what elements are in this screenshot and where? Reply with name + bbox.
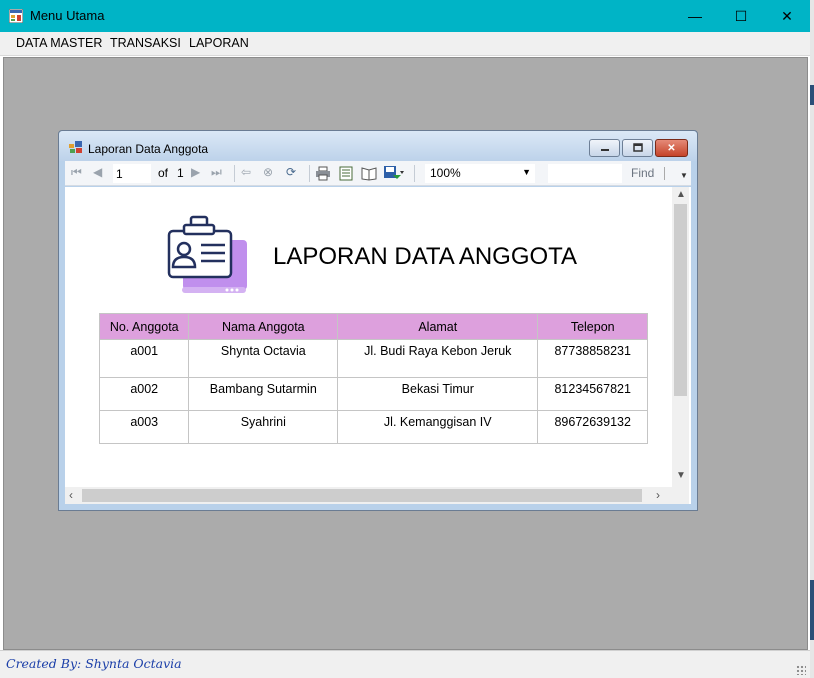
menu-transaksi[interactable]: TRANSAKSI	[110, 36, 181, 50]
menu-bar: DATA MASTER TRANSAKSI LAPORAN	[0, 32, 810, 56]
report-viewer: LAPORAN DATA ANGGOTA No. Anggota Nama An…	[65, 187, 691, 504]
horizontal-scrollbar[interactable]: ‹ ›	[65, 487, 672, 504]
column-header: Alamat	[337, 313, 539, 340]
of-label: of	[158, 166, 169, 180]
page-number-input[interactable]: 1	[113, 164, 151, 183]
cell-address: Jl. Kemanggisan IV	[337, 410, 539, 444]
cell-address: Bekasi Timur	[337, 377, 539, 411]
minimize-icon	[600, 149, 609, 151]
report-minimize-button[interactable]	[589, 139, 620, 157]
column-header: Telepon	[537, 313, 648, 340]
vertical-scroll-thumb[interactable]	[674, 204, 687, 396]
cell-member-id: a002	[98, 377, 190, 411]
report-window: Laporan Data Anggota ✕ ⏮ ◀ 1 of 1 ▶ ⏭ ⇦ …	[58, 130, 698, 511]
report-toolbar: ⏮ ◀ 1 of 1 ▶ ⏭ ⇦ ⊗ ⟳ 100% ▼ Find ▼	[65, 161, 691, 186]
vertical-scrollbar[interactable]: ▲ ▼	[672, 187, 689, 487]
status-bar: Created By: Shynta Octavia	[0, 650, 810, 678]
back-icon[interactable]: ⇦	[241, 165, 251, 179]
column-header: Nama Anggota	[188, 313, 339, 340]
table-row: a001 Shynta Octavia Jl. Budi Raya Kebon …	[98, 339, 648, 378]
print-layout-icon[interactable]	[339, 166, 353, 181]
report-restore-button[interactable]	[622, 139, 653, 157]
zoom-select[interactable]: 100% ▼	[425, 164, 535, 183]
table-row: a002 Bambang Sutarmin Bekasi Timur 81234…	[98, 377, 648, 411]
member-id-card-icon	[167, 215, 247, 293]
next-page-icon[interactable]: ▶	[191, 165, 200, 179]
total-pages: 1	[177, 166, 184, 180]
report-close-button[interactable]: ✕	[655, 139, 688, 157]
prev-page-icon[interactable]: ◀	[93, 165, 102, 179]
cell-phone: 87738858231	[537, 339, 648, 378]
cell-member-name: Bambang Sutarmin	[188, 377, 339, 411]
cell-member-id: a001	[98, 339, 190, 378]
scrollbar-corner-grip[interactable]	[672, 487, 689, 504]
last-page-icon[interactable]: ⏭	[211, 165, 222, 180]
cell-phone: 81234567821	[537, 377, 648, 411]
page-setup-icon[interactable]	[361, 166, 377, 181]
main-titlebar[interactable]: Menu Utama — ☐ ✕	[0, 0, 810, 32]
member-report-table: No. Anggota Nama Anggota Alamat Telepon …	[98, 313, 648, 444]
scroll-left-icon[interactable]: ‹	[69, 488, 73, 502]
menu-data-master[interactable]: DATA MASTER	[16, 36, 102, 50]
window-title: Menu Utama	[30, 8, 105, 23]
credit-label: Created By: Shynta Octavia	[6, 656, 182, 671]
stop-icon[interactable]: ⊗	[263, 165, 273, 179]
maximize-button[interactable]: ☐	[718, 0, 764, 32]
toolbar-separator	[414, 165, 415, 182]
report-title: LAPORAN DATA ANGGOTA	[273, 243, 578, 270]
cell-phone: 89672639132	[537, 410, 648, 444]
app-root: Menu Utama — ☐ ✕ DATA MASTER TRANSAKSI L…	[0, 0, 814, 678]
cell-member-name: Shynta Octavia	[188, 339, 339, 378]
find-input[interactable]	[548, 164, 622, 183]
toolbar-separator	[234, 165, 235, 182]
scroll-down-icon[interactable]: ▼	[676, 470, 686, 481]
chevron-down-icon: ▼	[522, 167, 531, 177]
report-window-title: Laporan Data Anggota	[88, 142, 209, 156]
toolbar-overflow-icon[interactable]: ▼	[680, 171, 688, 180]
print-icon[interactable]	[315, 166, 331, 181]
background-edge	[810, 580, 814, 640]
horizontal-scroll-thumb[interactable]	[82, 489, 642, 502]
table-row: a003 Syahrini Jl. Kemanggisan IV 8967263…	[98, 410, 648, 444]
window-right-edge	[810, 0, 814, 678]
menu-laporan[interactable]: LAPORAN	[189, 36, 249, 50]
report-window-titlebar[interactable]: Laporan Data Anggota ✕	[59, 131, 697, 161]
minimize-button[interactable]: —	[672, 0, 718, 32]
background-edge	[810, 85, 814, 105]
scroll-up-icon[interactable]: ▲	[676, 189, 686, 200]
app-form-icon	[9, 9, 23, 23]
table-header-row: No. Anggota Nama Anggota Alamat Telepon	[98, 313, 648, 340]
close-button[interactable]: ✕	[764, 0, 810, 32]
refresh-icon[interactable]: ⟳	[286, 165, 296, 179]
restore-icon	[632, 143, 643, 152]
zoom-value: 100%	[430, 166, 461, 180]
find-separator	[664, 167, 665, 180]
first-page-icon[interactable]: ⏮	[71, 165, 82, 180]
cell-member-name: Syahrini	[188, 410, 339, 444]
column-header: No. Anggota	[98, 313, 190, 340]
cell-member-id: a003	[98, 410, 190, 444]
resize-grip-icon[interactable]	[796, 665, 806, 675]
report-form-icon	[69, 141, 82, 153]
scroll-right-icon[interactable]: ›	[656, 488, 660, 502]
find-button[interactable]: Find	[631, 166, 654, 180]
export-icon[interactable]	[383, 165, 405, 181]
toolbar-separator	[309, 165, 310, 182]
cell-address: Jl. Budi Raya Kebon Jeruk	[337, 339, 539, 378]
